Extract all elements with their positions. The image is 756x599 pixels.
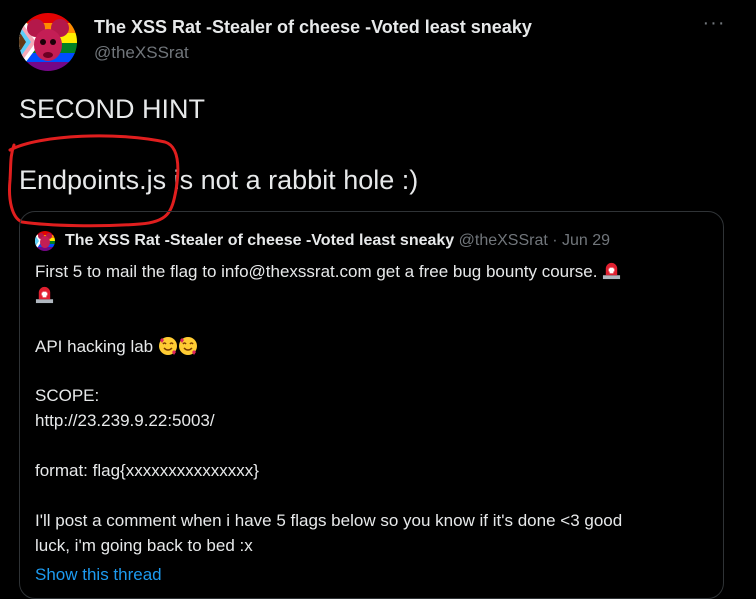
quoted-author-name: The XSS Rat -Stealer of cheese -Voted le… xyxy=(65,232,455,249)
tweet-text-rest: is not a rabbit hole :) xyxy=(166,165,419,195)
quoted-text-line3: API hacking lab xyxy=(35,336,198,357)
quoted-text-line3-text: API hacking lab xyxy=(35,337,154,356)
author-avatar-icon[interactable] xyxy=(19,13,77,71)
quoted-text-line8: luck, i'm going back to bed :x xyxy=(35,536,253,555)
quoted-text-line6: format: flag{xxxxxxxxxxxxxxx} xyxy=(35,461,259,480)
author-handle[interactable]: @theXSSrat xyxy=(94,43,189,63)
police-siren-emoji-icon xyxy=(35,286,54,304)
more-dots-icon: ··· xyxy=(702,12,726,34)
quoted-tweet-header: The XSS Rat -Stealer of cheese -Voted le… xyxy=(65,232,610,250)
smiling-hearts-emoji-icon xyxy=(178,337,197,355)
police-siren-emoji-icon xyxy=(603,262,621,280)
quoted-text-line7: I'll post a comment when i have 5 flags … xyxy=(35,511,623,530)
quoted-text-line1-text: First 5 to mail the flag to info@thexssr… xyxy=(35,262,598,281)
quoted-author-avatar-icon xyxy=(35,231,55,251)
tweet-text-line1: SECOND HINT xyxy=(19,94,206,124)
smiling-hearts-emoji-icon xyxy=(158,337,177,355)
quoted-text-line5: http://23.239.9.22:5003/ xyxy=(35,411,215,430)
quoted-text-line2 xyxy=(35,285,54,306)
show-thread-link[interactable]: Show this thread xyxy=(35,565,162,585)
quoted-text-line1: First 5 to mail the flag to info@thexssr… xyxy=(35,261,621,282)
quoted-text-line4: SCOPE: xyxy=(35,386,100,405)
author-display-name[interactable]: The XSS Rat -Stealer of cheese -Voted le… xyxy=(94,17,532,38)
more-options-icon[interactable]: ··· xyxy=(703,12,725,34)
quoted-author-handle-date: @theXSSrat · Jun 29 xyxy=(458,232,611,249)
quoted-tweet-card[interactable]: The XSS Rat -Stealer of cheese -Voted le… xyxy=(19,211,724,599)
